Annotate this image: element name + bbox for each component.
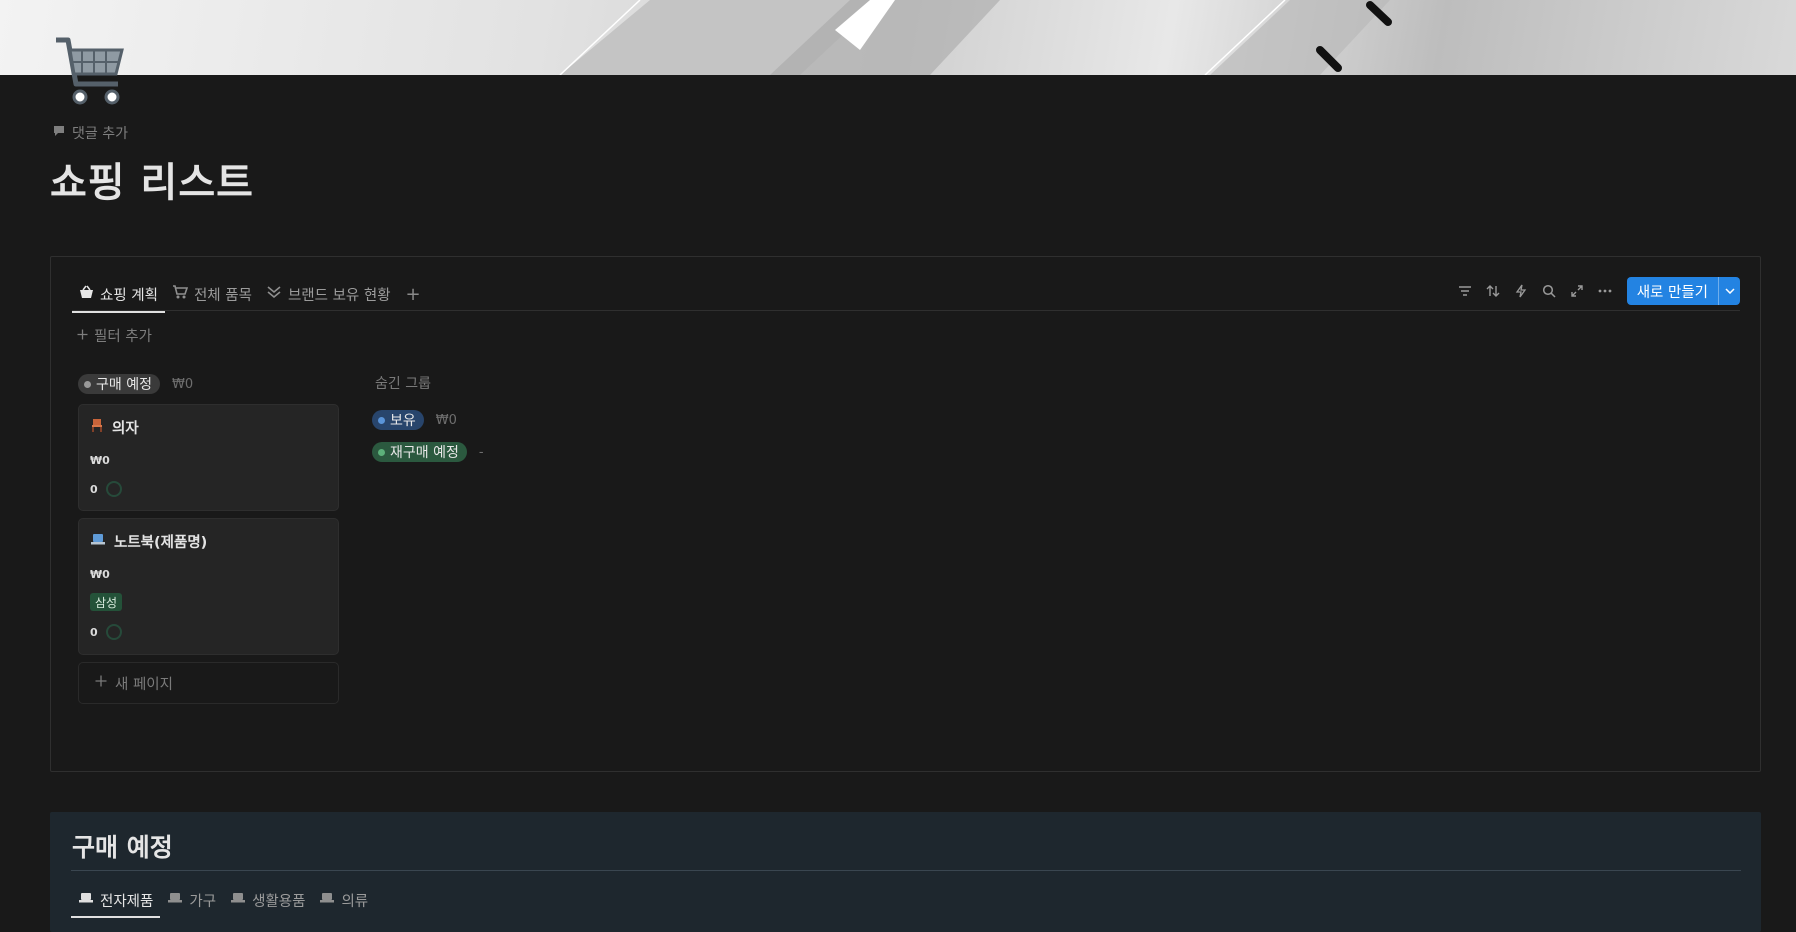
hidden-groups-label[interactable]: 숨긴 그룹 bbox=[375, 373, 431, 393]
tab-label: 생활용품 bbox=[252, 893, 306, 910]
laptop-icon bbox=[230, 892, 246, 908]
section-divider bbox=[71, 870, 1741, 871]
tab-label: 쇼핑 계획 bbox=[100, 287, 158, 304]
status-badge: 재구매 예정 bbox=[372, 442, 467, 462]
status-dot bbox=[378, 416, 385, 424]
tab-clothing[interactable]: 의류 bbox=[312, 884, 375, 916]
card-price: ₩0 bbox=[90, 454, 110, 467]
plus-icon bbox=[77, 328, 88, 344]
new-page-button[interactable]: 새 페이지 bbox=[78, 662, 339, 704]
cart-icon bbox=[172, 285, 189, 303]
section-tabs: 전자제품 가구 생활용품 의류 bbox=[71, 884, 375, 918]
group-sum: ₩0 bbox=[171, 376, 194, 392]
basket-icon bbox=[79, 285, 94, 303]
brand-tag: 삼성 bbox=[90, 593, 123, 611]
laptop-icon bbox=[78, 892, 94, 908]
hidden-group-label: 재구매 예정 bbox=[390, 445, 459, 461]
card-quantity: 0 bbox=[90, 624, 122, 640]
tab-household[interactable]: 생활용품 bbox=[223, 884, 312, 916]
section-title[interactable]: 구매 예정 bbox=[72, 828, 173, 864]
lightning-icon[interactable] bbox=[1507, 277, 1535, 305]
laptop-icon bbox=[90, 533, 106, 550]
hidden-group-row[interactable]: 보유 ₩0 bbox=[372, 409, 457, 431]
tab-furniture[interactable]: 가구 bbox=[160, 884, 223, 916]
tab-label: 브랜드 보유 현황 bbox=[287, 287, 391, 304]
status-dot bbox=[378, 448, 385, 456]
chevron-down-icon[interactable] bbox=[1718, 277, 1740, 305]
new-button[interactable]: 새로 만들기 bbox=[1626, 277, 1740, 305]
add-view-button[interactable]: + bbox=[398, 277, 429, 311]
status-dot bbox=[84, 380, 91, 388]
card-title-text: 노트북(제품명) bbox=[114, 535, 208, 551]
tabs-divider bbox=[72, 310, 1740, 311]
database-view: 쇼핑 계획 전체 품목 브랜드 보유 현황 + 새로 만들기 필터 추가 구매 … bbox=[50, 256, 1761, 772]
card-price: ₩0 bbox=[90, 568, 110, 581]
view-toolbar: 새로 만들기 bbox=[1451, 277, 1740, 305]
tab-label: 전체 품목 bbox=[193, 287, 252, 304]
hidden-group[interactable]: 보유 ₩0 bbox=[372, 409, 457, 431]
expand-icon[interactable] bbox=[1563, 277, 1591, 305]
board-column: 구매 예정 ₩0 bbox=[78, 373, 193, 395]
quantity-value: 0 bbox=[90, 625, 98, 639]
sort-icon[interactable] bbox=[1479, 277, 1507, 305]
add-filter-button[interactable]: 필터 추가 bbox=[77, 325, 152, 346]
hidden-group-row[interactable]: 재구매 예정 - bbox=[372, 441, 484, 463]
hidden-group-sum: ₩0 bbox=[435, 412, 457, 428]
comment-icon bbox=[52, 124, 66, 142]
hidden-group[interactable]: 재구매 예정 - bbox=[372, 441, 484, 463]
group-label: 구매 예정 bbox=[96, 377, 152, 393]
status-badge: 보유 bbox=[372, 410, 424, 430]
hidden-group-sum: - bbox=[478, 444, 484, 460]
add-comment-button[interactable]: 댓글 추가 bbox=[52, 123, 128, 143]
search-icon[interactable] bbox=[1535, 277, 1563, 305]
page-cover bbox=[0, 0, 1796, 75]
page-title[interactable]: 쇼핑 리스트 bbox=[50, 150, 254, 208]
plus-icon bbox=[95, 675, 107, 691]
view-tabs: 쇼핑 계획 전체 품목 브랜드 보유 현황 + bbox=[72, 277, 429, 313]
laptop-icon bbox=[167, 892, 183, 908]
new-button-label[interactable]: 새로 만들기 bbox=[1627, 277, 1718, 305]
add-filter-label: 필터 추가 bbox=[94, 329, 152, 345]
card-title: 노트북(제품명) bbox=[90, 531, 207, 552]
progress-ring bbox=[105, 624, 122, 640]
tab-all-items[interactable]: 전체 품목 bbox=[165, 277, 259, 311]
quantity-value: 0 bbox=[90, 482, 98, 496]
tab-electronics[interactable]: 전자제품 bbox=[71, 884, 161, 918]
board-card[interactable]: 노트북(제품명) ₩0 삼성 0 bbox=[78, 518, 339, 655]
filter-icon[interactable] bbox=[1451, 277, 1479, 305]
status-badge: 구매 예정 bbox=[78, 374, 160, 394]
chevrons-down-icon bbox=[266, 285, 282, 303]
progress-ring bbox=[105, 481, 122, 497]
tab-label: 전자제품 bbox=[100, 893, 154, 910]
tab-brand-holdings[interactable]: 브랜드 보유 현황 bbox=[259, 277, 398, 311]
tab-label: 의류 bbox=[341, 893, 369, 910]
callout-section: 구매 예정 전자제품 가구 생활용품 의류 bbox=[50, 812, 1761, 932]
tab-shopping-plan[interactable]: 쇼핑 계획 bbox=[72, 277, 165, 313]
card-title: 의자 bbox=[90, 417, 139, 438]
card-quantity: 0 bbox=[90, 481, 122, 497]
column-header[interactable]: 구매 예정 ₩0 bbox=[78, 373, 193, 395]
cover-image bbox=[559, 0, 1392, 75]
tab-label: 가구 bbox=[189, 893, 217, 910]
chair-icon bbox=[90, 418, 104, 437]
more-icon[interactable] bbox=[1591, 277, 1619, 305]
shopping-cart-icon[interactable] bbox=[52, 34, 126, 108]
add-comment-label: 댓글 추가 bbox=[72, 126, 128, 142]
hidden-group-label: 보유 bbox=[390, 413, 416, 429]
new-page-label: 새 페이지 bbox=[115, 676, 173, 693]
hidden-groups: 숨긴 그룹 bbox=[375, 373, 431, 393]
board-card[interactable]: 의자 ₩0 0 bbox=[78, 404, 339, 511]
card-title-text: 의자 bbox=[112, 421, 139, 437]
laptop-icon bbox=[319, 892, 335, 908]
